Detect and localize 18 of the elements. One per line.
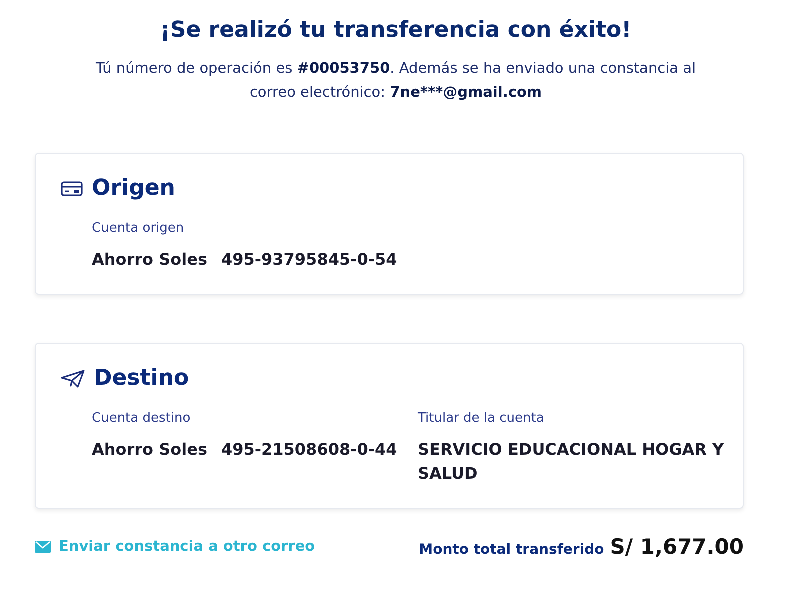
credit-card-icon — [61, 180, 83, 196]
resend-receipt-link[interactable]: Enviar constancia a otro correo — [35, 539, 316, 555]
confirmation-message: Tú número de operación es #00053750. Además se ha enviado una constancia al correo electrónico: 7ne***@gmail.com — [94, 60, 698, 103]
account-holder: SERVICIO EDUCACIONAL HOGAR Y SALUD — [418, 439, 726, 485]
section-heading: Destino — [94, 366, 190, 391]
field-label: Titular de la cuenta — [418, 411, 546, 426]
paper-plane-icon — [61, 370, 85, 388]
account-type: Ahorro Soles — [92, 249, 208, 271]
account-number: 495-93795845-0-54 — [221, 249, 398, 271]
page-title: ¡Se realizó tu transferencia con éxito! — [159, 18, 633, 43]
total-label: Monto total transferido — [419, 542, 604, 558]
section-heading: Origen — [92, 176, 176, 201]
field-label: Cuenta destino — [92, 411, 192, 426]
total-amount: S/ 1,677.00 — [610, 535, 744, 559]
field-label: Cuenta origen — [92, 221, 186, 236]
envelope-icon — [35, 541, 51, 553]
account-type: Ahorro Soles — [92, 439, 208, 461]
account-number: 495-21508608-0-44 — [221, 439, 398, 461]
